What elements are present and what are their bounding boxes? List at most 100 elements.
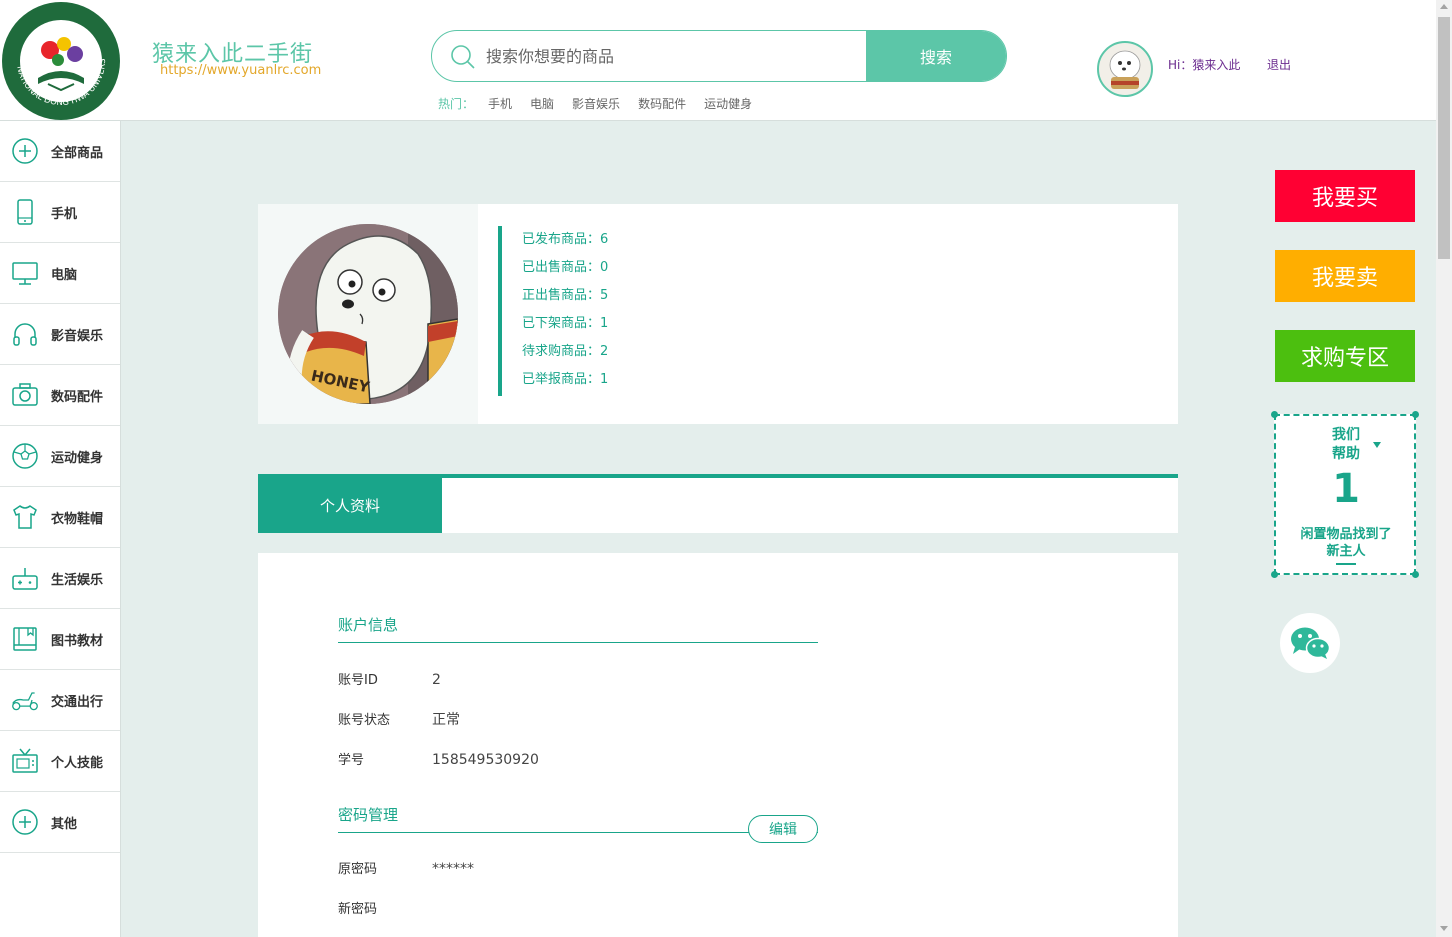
sidebar-item-life[interactable]: 生活娱乐: [0, 548, 120, 609]
headphones-icon: [11, 320, 39, 348]
help-line-3: 闲置物品找到了: [1300, 527, 1392, 542]
university-logo[interactable]: NATIONAL DONG HWA UNIVERSITY: [2, 2, 120, 120]
profile-card: HONEY 已发布商品：6 已出售商品：0 正出售商品：5 已下架商品：1 待求…: [258, 204, 1178, 424]
help-underline: [1336, 563, 1356, 565]
search-icon: [451, 45, 475, 69]
phone-icon: [11, 198, 39, 226]
sidebar-item-clothes[interactable]: 衣物鞋帽: [0, 487, 120, 548]
help-line-4: 新主人: [1326, 544, 1366, 559]
hot-item-sports[interactable]: 运动健身: [704, 95, 752, 112]
account-id-row: 账号ID 2: [338, 669, 441, 688]
help-counter-box: 我们 帮助 1 闲置物品找到了 新主人: [1271, 411, 1419, 578]
account-section-title: 账户信息: [338, 614, 818, 643]
sidebar-item-digital[interactable]: 数码配件: [0, 365, 120, 426]
search-button[interactable]: 搜索: [866, 31, 1006, 81]
password-section-title: 密码管理: [338, 804, 818, 833]
scrollbar-thumb[interactable]: [1438, 17, 1450, 259]
account-status-row: 账号状态 正常: [338, 709, 460, 729]
sidebar-item-label: 数码配件: [51, 389, 104, 405]
sidebar-item-media[interactable]: 影音娱乐: [0, 304, 120, 365]
logout-link[interactable]: 退出: [1267, 56, 1291, 73]
hot-item-phone[interactable]: 手机: [488, 95, 512, 112]
shirt-icon: [11, 503, 39, 531]
sidebar-item-transport[interactable]: 交通出行: [0, 670, 120, 731]
account-id-value: 2: [432, 672, 441, 688]
monitor-icon: [11, 259, 39, 287]
help-heading: 我们 帮助: [1276, 426, 1416, 464]
sidebar-item-other[interactable]: 其他: [0, 792, 120, 853]
sidebar-item-label: 生活娱乐: [51, 572, 104, 588]
scroll-down-arrow-icon[interactable]: [1440, 926, 1448, 931]
plus-circle-icon: [11, 808, 39, 836]
edit-password-button[interactable]: 编辑: [748, 815, 818, 843]
user-avatar[interactable]: [1097, 41, 1153, 97]
stat-offline[interactable]: 已下架商品：1: [522, 310, 608, 338]
corner-dot: [1271, 571, 1278, 578]
sidebar-item-label: 其他: [51, 816, 78, 832]
header: NATIONAL DONG HWA UNIVERSITY 猿来入此二手街 htt…: [0, 0, 1436, 121]
help-count: 1: [1332, 466, 1360, 512]
new-password-label: 新密码: [338, 902, 378, 917]
scooter-icon: [11, 686, 39, 714]
scroll-up-arrow-icon[interactable]: [1440, 4, 1448, 9]
sidebar-item-label: 手机: [51, 206, 78, 222]
brand-url[interactable]: https://www.yuanlrc.com: [160, 63, 321, 78]
corner-dot: [1412, 571, 1419, 578]
sidebar-item-label: 个人技能: [51, 755, 104, 771]
hot-item-media[interactable]: 影音娱乐: [572, 95, 620, 112]
corner-dot: [1271, 411, 1278, 418]
sidebar-item-label: 衣物鞋帽: [51, 511, 104, 527]
tab-profile[interactable]: 个人资料: [258, 478, 442, 533]
sidebar-item-sports[interactable]: 运动健身: [0, 426, 120, 487]
profile-stats: 已发布商品：6 已出售商品：0 正出售商品：5 已下架商品：1 待求购商品：2 …: [498, 226, 608, 396]
old-password-row: 原密码 ******: [338, 858, 474, 877]
profile-tabs: 个人资料: [258, 474, 1178, 533]
want-zone-button[interactable]: 求购专区: [1275, 330, 1415, 382]
page-scrollbar[interactable]: [1436, 0, 1452, 937]
student-id-label: 学号: [338, 753, 365, 768]
stat-published[interactable]: 已发布商品：6: [522, 226, 608, 254]
plus-circle-icon: [11, 137, 39, 165]
sidebar-item-skills[interactable]: 个人技能: [0, 731, 120, 792]
help-caption: 闲置物品找到了 新主人: [1276, 526, 1416, 560]
profile-avatar[interactable]: HONEY: [278, 224, 458, 404]
account-id-label: 账号ID: [338, 673, 378, 688]
wechat-icon: [1291, 627, 1331, 659]
search-box: 搜索: [431, 30, 1007, 82]
old-password-value: ******: [432, 861, 474, 877]
sidebar-item-label: 运动健身: [51, 450, 104, 466]
search-input[interactable]: [486, 31, 866, 81]
sidebar-item-label: 电脑: [51, 267, 78, 283]
stat-reported[interactable]: 已举报商品：1: [522, 366, 608, 394]
buy-button[interactable]: 我要买: [1275, 170, 1415, 222]
student-id-row: 学号 158549530920: [338, 749, 539, 768]
sidebar-item-books[interactable]: 图书教材: [0, 609, 120, 670]
sell-button[interactable]: 我要卖: [1275, 250, 1415, 302]
sidebar-item-label: 全部商品: [51, 145, 104, 161]
help-line-2: 帮助: [1332, 446, 1360, 462]
hot-label: 热门：: [438, 97, 475, 111]
sidebar-item-all[interactable]: 全部商品: [0, 121, 120, 182]
wechat-button[interactable]: [1280, 613, 1340, 673]
book-icon: [11, 625, 39, 653]
sidebar-item-label: 影音娱乐: [51, 328, 104, 344]
camera-icon: [11, 381, 39, 409]
user-greeting[interactable]: Hi：猿来入此: [1168, 56, 1240, 73]
triangle-down-icon: [1373, 442, 1381, 448]
stat-sold[interactable]: 已出售商品：0: [522, 254, 608, 282]
sidebar-item-phone[interactable]: 手机: [0, 182, 120, 243]
hot-item-computer[interactable]: 电脑: [530, 95, 554, 112]
tv-icon: [11, 747, 39, 775]
student-id-value: 158549530920: [432, 752, 539, 768]
new-password-row: 新密码: [338, 898, 432, 917]
stat-wanted[interactable]: 待求购商品：2: [522, 338, 608, 366]
help-line-1: 我们: [1332, 427, 1360, 443]
hot-item-digital[interactable]: 数码配件: [638, 95, 686, 112]
sidebar-item-label: 图书教材: [51, 633, 104, 649]
sidebar-item-label: 交通出行: [51, 694, 104, 710]
account-info-panel: 账户信息 账号ID 2 账号状态 正常 学号 158549530920 密码管理 编辑…: [258, 553, 1178, 937]
ball-icon: [11, 442, 39, 470]
logo-emblem: [20, 20, 102, 102]
sidebar-item-computer[interactable]: 电脑: [0, 243, 120, 304]
stat-selling[interactable]: 正出售商品：5: [522, 282, 608, 310]
